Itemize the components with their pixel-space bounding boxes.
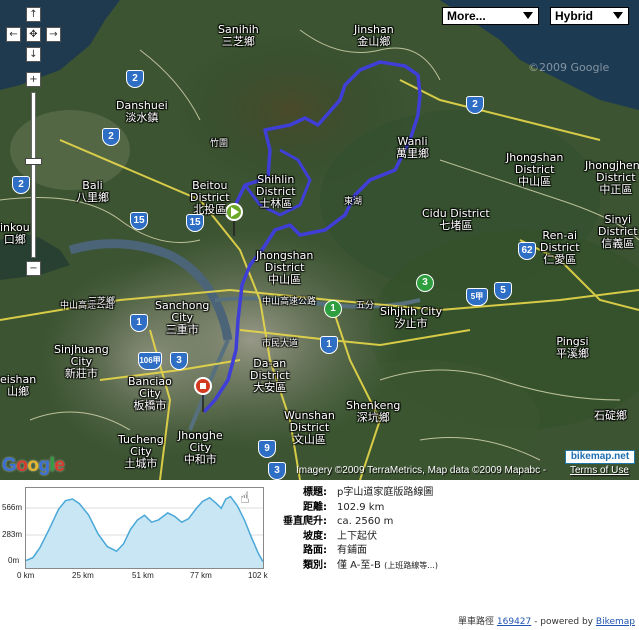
- map-type-dropdown[interactable]: Hybrid: [550, 7, 629, 25]
- elevation-y-label-max: 566m: [2, 503, 23, 512]
- route-page: Sanihih 三芝鄉 Jinshan 金山鄉 Danshuei 淡水鎮 Wan…: [0, 0, 639, 630]
- route-id-link[interactable]: 169427: [497, 617, 531, 627]
- info-value: 有鋪面: [337, 545, 367, 556]
- info-row-gradient: 坡度: 上下起伏: [277, 530, 637, 545]
- zoom-slider[interactable]: [25, 92, 42, 258]
- chevron-down-icon: [613, 12, 623, 19]
- info-key: 標題:: [303, 487, 327, 498]
- cursor-hand-icon: ☝: [240, 488, 250, 507]
- info-key: 距離:: [303, 501, 327, 513]
- route-shield: 3: [170, 352, 188, 370]
- route-shield: 15: [186, 214, 204, 232]
- elevation-area: [26, 496, 263, 568]
- info-value: ca. 2560 m: [337, 516, 394, 527]
- zoom-in-button[interactable]: +: [26, 72, 41, 87]
- pan-left-button[interactable]: ←: [6, 27, 21, 42]
- info-row-category: 類別: 僅 A-至-B (上班路線等...): [277, 559, 637, 574]
- bikemap-link[interactable]: Bikemap: [596, 617, 635, 627]
- elevation-plot: [25, 495, 264, 568]
- footer-powered: - powered by: [534, 617, 594, 627]
- page-footer: 單車路徑 169427 - powered by Bikemap: [458, 614, 635, 627]
- map-imagery[interactable]: [0, 0, 639, 480]
- elevation-x-label-3: 77 km: [190, 571, 212, 580]
- map-type-label: Hybrid: [555, 9, 594, 23]
- elevation-x-label-2: 51 km: [132, 571, 154, 580]
- info-value: p字山道家庭版路線圖: [337, 487, 434, 498]
- info-row-climb: 垂直爬升: ca. 2560 m: [277, 515, 637, 530]
- route-shield: 106甲: [138, 352, 162, 370]
- info-row-surface: 路面: 有鋪面: [277, 544, 637, 559]
- route-shield: 15: [130, 212, 148, 230]
- elevation-x-label-1: 25 km: [72, 571, 94, 580]
- route-shield: 1: [320, 336, 338, 354]
- pan-right-button[interactable]: →: [46, 27, 61, 42]
- zoom-out-button[interactable]: −: [26, 261, 41, 276]
- zoom-slider-rail[interactable]: [31, 92, 36, 258]
- route-shield: 5: [494, 282, 512, 300]
- route-info: 標題: p字山道家庭版路線圖 距離: 102.9 km 垂直爬升: ca. 2560 …: [277, 486, 637, 573]
- route-shield: 3: [268, 462, 286, 480]
- pan-center-button[interactable]: ✥: [26, 27, 41, 42]
- info-value: 上下起伏: [337, 530, 377, 542]
- info-value: 102.9 km: [337, 501, 385, 513]
- google-logo[interactable]: Google: [2, 455, 65, 477]
- route-shield: 62: [518, 242, 536, 260]
- info-row-title: 標題: p字山道家庭版路線圖: [277, 486, 637, 501]
- elevation-x-label-0: 0 km: [17, 571, 35, 580]
- terms-of-use-link[interactable]: Terms of Use: [570, 465, 629, 476]
- route-shield: 1: [130, 314, 148, 332]
- info-key: 路面:: [303, 545, 327, 556]
- info-row-distance: 距離: 102.9 km: [277, 501, 637, 516]
- elevation-y-label-min: 0m: [8, 556, 20, 565]
- route-shield: 1: [324, 300, 342, 318]
- route-shield: 2: [466, 96, 484, 114]
- footer-prefix: 單車路徑: [458, 617, 495, 627]
- elevation-y-label-mid: 283m: [2, 530, 23, 539]
- elevation-chart[interactable]: ☝: [25, 487, 264, 569]
- map-view[interactable]: Sanihih 三芝鄉 Jinshan 金山鄉 Danshuei 淡水鎮 Wan…: [0, 0, 639, 480]
- route-shield: 9: [258, 440, 276, 458]
- bikemap-badge[interactable]: bikemap.net: [565, 450, 635, 464]
- route-shield: 2: [102, 128, 120, 146]
- route-shield: 3: [416, 274, 434, 292]
- map-copyright: Imagery ©2009 TerraMetrics, Map data ©20…: [296, 465, 547, 476]
- chevron-down-icon: [523, 12, 533, 19]
- info-value: 僅 A-至-B (上班路線等...): [337, 559, 438, 571]
- route-shield: 2: [126, 70, 144, 88]
- elevation-x-label-4: 102 k: [248, 571, 268, 580]
- info-key: 垂直爬升:: [283, 516, 327, 527]
- zoom-slider-handle[interactable]: [25, 158, 42, 165]
- pan-down-button[interactable]: ↓: [26, 47, 41, 62]
- info-key: 類別:: [303, 559, 327, 571]
- pan-up-button[interactable]: ↑: [26, 7, 41, 22]
- info-key: 坡度:: [303, 530, 327, 542]
- route-shield: 5甲: [466, 288, 488, 306]
- more-layers-label: More...: [447, 9, 486, 23]
- more-layers-dropdown[interactable]: More...: [442, 7, 539, 25]
